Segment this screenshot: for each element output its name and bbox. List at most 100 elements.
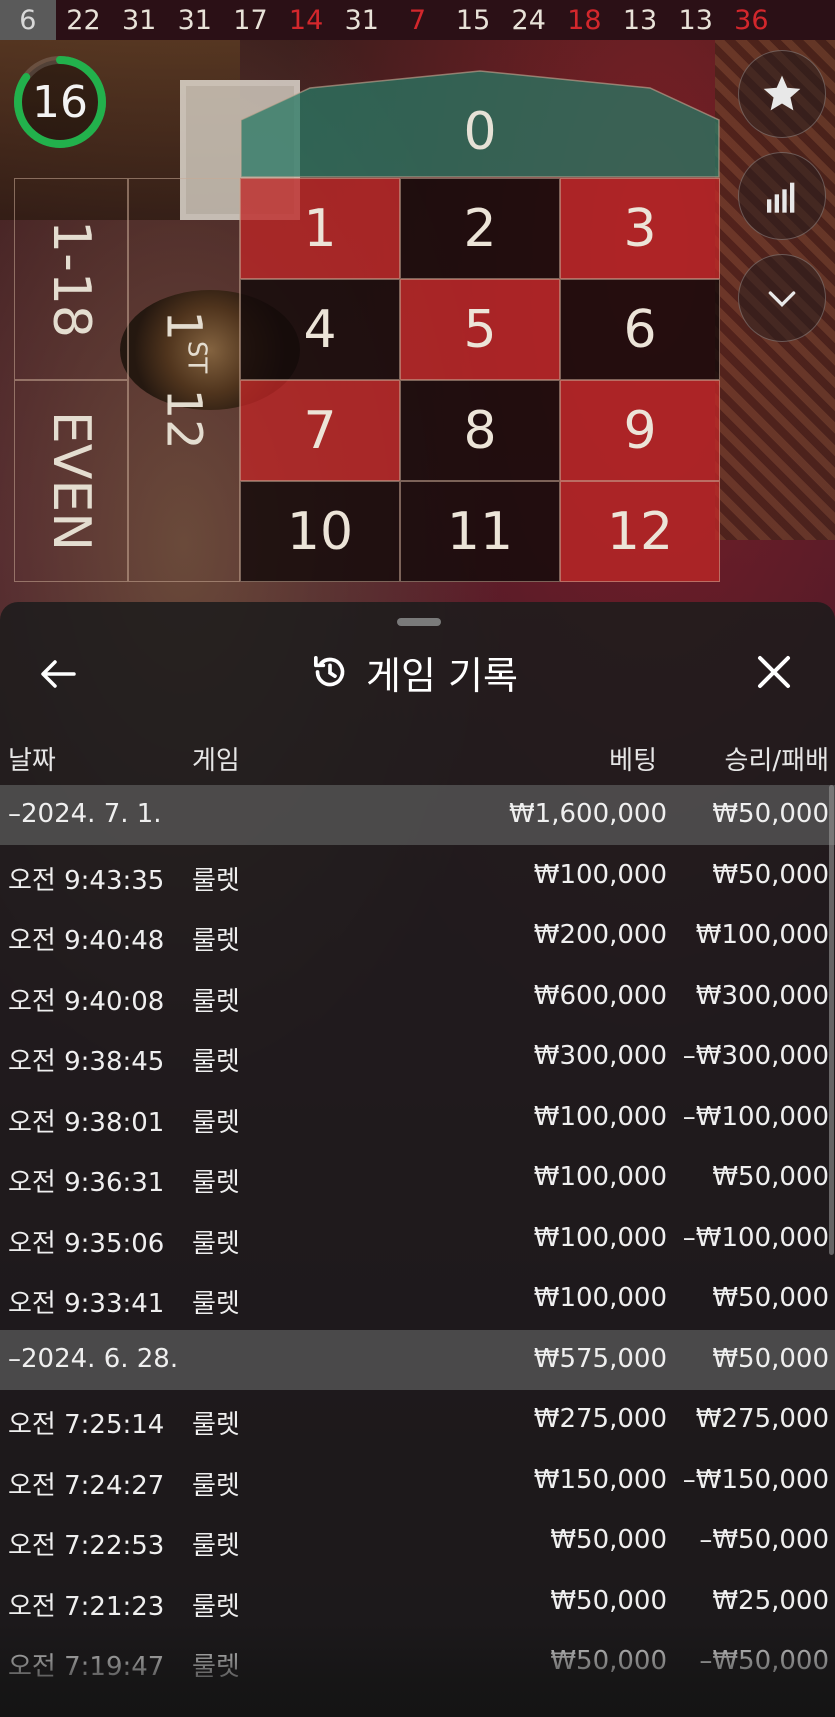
dozen-prefix: 1 [156,310,212,341]
bet-spot-number[interactable]: 1 [240,178,400,279]
row-win-loss: ₩50,000 [712,859,829,890]
recent-number: 7 [408,4,427,36]
recent-number: 31 [177,4,212,36]
recent-number: 6 [0,0,56,40]
history-row[interactable]: 오전 9:43:35 룰렛 ₩100,000 ₩50,000 [0,846,835,906]
column-game: 게임 [192,746,240,776]
history-row[interactable]: 오전 7:25:14 룰렛 ₩275,000 ₩275,000 [0,1390,835,1450]
bet-spot-number[interactable]: 5 [400,279,560,380]
history-row[interactable]: 오전 7:22:53 룰렛 ₩50,000 –₩50,000 [0,1511,835,1571]
recent-number: 14 [288,4,324,36]
column-bet: 베팅 [609,746,657,776]
history-row[interactable]: 오전 9:40:08 룰렛 ₩600,000 ₩300,000 [0,967,835,1027]
recent-number: 24 [511,4,546,36]
close-button[interactable] [756,654,796,694]
bet-spot-even[interactable]: EVEN [14,380,128,582]
recent-numbers-strip: 6 22 31 31 17 14 31 7 15 24 18 13 13 36 [0,0,835,40]
bet-spot-number[interactable]: 2 [400,178,560,279]
column-win-loss: 승리/패배 [724,746,829,776]
row-time: 오전 9:38:01 [8,1107,165,1138]
history-row[interactable]: 오전 9:40:48 룰렛 ₩200,000 ₩100,000 [0,906,835,966]
row-game: 룰렛 [192,865,240,896]
row-bet: ₩200,000 [533,920,667,950]
history-row[interactable]: 오전 9:36:31 룰렛 ₩100,000 ₩50,000 [0,1148,835,1208]
recent-number: 13 [678,4,713,36]
live-roulette-screen: 6 22 31 31 17 14 31 7 15 24 18 13 13 36 16 0 1-18 EVE… [0,0,835,1717]
sheet-title-group: 게임 기록 [310,642,518,702]
row-time: 오전 9:38:45 [8,1047,165,1077]
history-row[interactable]: 오전 7:24:27 룰렛 ₩150,000 –₩150,000 [0,1451,835,1511]
row-time: 오전 9:33:41 [8,1289,165,1319]
recent-number: 22 [66,4,101,36]
statistics-button[interactable] [738,152,826,240]
collapse-button[interactable] [738,254,826,342]
favorite-button[interactable] [738,50,826,138]
row-win-loss: ₩275,000 [695,1404,829,1434]
history-row[interactable]: 오전 9:33:41 룰렛 ₩100,000 ₩50,000 [0,1269,835,1329]
bet-spot-number[interactable]: 12 [560,481,720,582]
history-row[interactable]: 오전 9:35:06 룰렛 ₩100,000 –₩100,000 [0,1209,835,1269]
sheet-title: 게임 기록 [366,653,518,698]
recent-number: 13 [622,4,658,36]
row-bet: ₩100,000 [533,1283,667,1313]
row-time: 오전 7:22:53 [8,1531,165,1561]
bet-spot-number[interactable]: 4 [240,279,400,380]
recent-number: 36 [734,4,769,36]
row-game: 룰렛 [192,926,240,956]
row-win-loss: –₩100,000 [682,1101,829,1132]
sheet-header: 게임 기록 [0,632,835,712]
row-bet: ₩100,000 [533,859,667,890]
row-game: 룰렛 [192,986,240,1017]
bet-spot-number[interactable]: 8 [400,380,560,481]
row-time: 오전 7:21:23 [8,1591,165,1622]
row-game: 룰렛 [192,1591,240,1622]
column-date: 날짜 [8,746,56,776]
bet-spot-number[interactable]: 9 [560,380,720,481]
row-bet: ₩50,000 [550,1585,667,1616]
row-win-loss: ₩50,000 [712,799,829,829]
bet-spot-number[interactable]: 3 [560,178,720,279]
row-time: –2024. 7. 1. [8,799,162,829]
row-bet: ₩100,000 [533,1101,667,1132]
bet-spot-number[interactable]: 6 [560,279,720,380]
dozen-label: 1ST 12 [156,310,212,449]
row-bet: ₩1,600,000 [508,799,667,829]
bet-spot-zero[interactable]: 0 [240,70,720,178]
row-game: 룰렛 [192,1107,240,1138]
stats-bars-icon [767,182,795,213]
scrollbar[interactable] [829,785,834,1255]
history-row[interactable]: 오전 9:38:45 룰렛 ₩300,000 –₩300,000 [0,1027,835,1087]
bet-spot-low-1-18[interactable]: 1-18 [14,178,128,380]
recent-number: 18 [567,4,602,36]
row-time: 오전 9:35:06 [8,1228,165,1259]
row-win-loss: ₩300,000 [695,980,829,1011]
low-label: 1-18 [41,219,102,339]
row-time: 오전 9:40:48 [8,926,165,956]
chevron-down-icon [768,291,796,308]
row-time: 오전 9:40:08 [8,986,165,1017]
game-history-sheet: 게임 기록 날짜 게임 베팅 승리/패배 –2024. 7. 1. ₩1,600,… [0,602,835,1717]
dozen-number: 12 [156,388,212,450]
history-icon [314,656,345,687]
row-game: 룰렛 [192,1289,240,1319]
bet-spot-number[interactable]: 7 [240,380,400,481]
row-win-loss: ₩50,000 [712,1162,829,1192]
row-bet: ₩50,000 [550,1525,667,1555]
date-group-row[interactable]: –2024. 6. 28. ₩575,000 ₩50,000 [0,1329,835,1390]
row-bet: ₩100,000 [533,1162,667,1192]
back-button[interactable] [38,654,78,694]
bet-spot-first-dozen[interactable]: 1ST 12 [128,178,240,582]
recent-number: 31 [344,4,379,36]
bet-spot-number[interactable]: 11 [400,481,560,582]
row-game: 룰렛 [192,1168,240,1198]
sheet-drag-handle[interactable] [397,618,441,626]
row-game: 룰렛 [192,1531,240,1561]
row-time: –2024. 6. 28. [8,1343,179,1374]
date-group-row[interactable]: –2024. 7. 1. ₩1,600,000 ₩50,000 [0,785,835,845]
bet-spot-number[interactable]: 10 [240,481,400,582]
row-game: 룰렛 [192,1228,240,1259]
history-row[interactable]: 오전 9:38:01 룰렛 ₩100,000 –₩100,000 [0,1088,835,1148]
zero-label: 0 [463,102,497,162]
countdown-timer: 16 [12,54,108,150]
list-fade-overlay [0,1622,835,1717]
